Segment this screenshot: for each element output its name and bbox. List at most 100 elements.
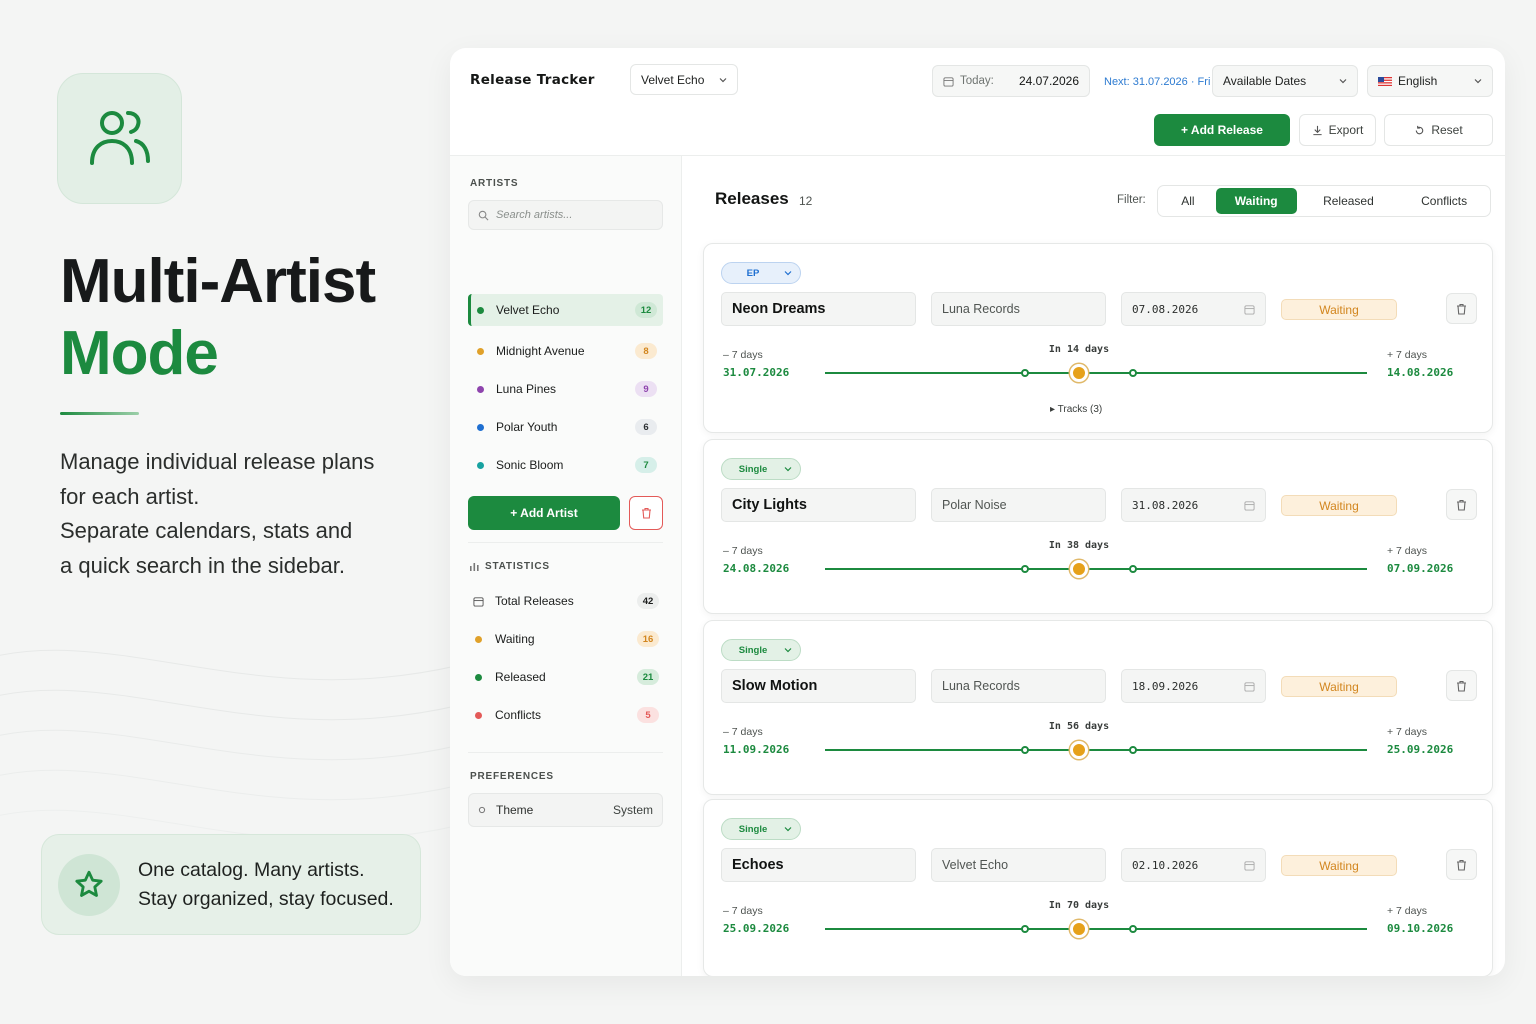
next-release-link[interactable]: Next: 31.07.2026 · Fri [1104, 76, 1210, 88]
timeline-release-marker[interactable] [1070, 364, 1088, 382]
filter-all[interactable]: All [1160, 188, 1216, 214]
hero-desc-line: for each artist. [60, 483, 200, 509]
artist-name: Midnight Avenue [496, 344, 585, 358]
status-badge: Waiting [1281, 495, 1397, 516]
release-type-select[interactable]: Single [721, 458, 801, 480]
dates-select[interactable]: Available Dates [1212, 65, 1358, 97]
timeline-track [825, 568, 1367, 570]
timeline-minus-date: 24.08.2026 [723, 562, 790, 575]
delete-release-button[interactable] [1446, 849, 1477, 880]
artists-section-label: ARTISTS [470, 178, 519, 189]
chevron-down-icon [1474, 79, 1482, 84]
release-label-input[interactable]: Velvet Echo [931, 848, 1106, 882]
release-title-input[interactable]: Neon Dreams [721, 292, 916, 326]
release-type-label: Single [738, 823, 768, 835]
sidebar-divider [468, 542, 663, 543]
sidebar-artist-polar-youth[interactable]: Polar Youth 6 [468, 411, 663, 443]
filter-conflicts[interactable]: Conflicts [1400, 188, 1488, 214]
timeline-marker-start[interactable] [1021, 565, 1029, 573]
background-waves [0, 649, 460, 841]
release-date-input[interactable]: 07.08.2026 [1121, 292, 1266, 326]
release-card: Single City Lights Polar Noise 31.08.202… [703, 439, 1493, 614]
tracks-toggle[interactable]: ▸ Tracks (3) [1050, 404, 1102, 415]
timeline-plus-label: + 7 days [1387, 545, 1427, 557]
timeline-plus-label: + 7 days [1387, 349, 1427, 361]
sidebar-artist-luna-pines[interactable]: Luna Pines 9 [468, 373, 663, 405]
app-brand: Release Tracker [470, 72, 595, 88]
timeline-release-marker[interactable] [1070, 741, 1088, 759]
timeline-marker-start[interactable] [1021, 746, 1029, 754]
users-icon-tile [57, 73, 182, 204]
timeline-marker-end[interactable] [1129, 565, 1137, 573]
language-select[interactable]: English [1367, 65, 1493, 97]
artist-count-badge: 8 [635, 343, 657, 359]
stat-value-badge: 5 [637, 707, 659, 723]
timeline-release-marker[interactable] [1070, 920, 1088, 938]
artist-color-dot [477, 385, 484, 393]
release-title-input[interactable]: Echoes [721, 848, 916, 882]
filter-waiting[interactable]: Waiting [1215, 188, 1297, 214]
sidebar-artist-midnight-avenue[interactable]: Midnight Avenue 8 [468, 335, 663, 367]
hero-desc-line: Separate calendars, stats and [60, 518, 353, 543]
sidebar: ARTISTS Search artists... Velvet Echo 12… [450, 156, 682, 976]
artist-name: Velvet Echo [496, 303, 560, 317]
bar-chart-icon [470, 563, 479, 571]
timeline-plus-label: + 7 days [1387, 905, 1427, 917]
trash-icon [1457, 499, 1466, 511]
timeline-marker-end[interactable] [1129, 925, 1137, 933]
delete-release-button[interactable] [1446, 670, 1477, 701]
filter-released[interactable]: Released [1297, 188, 1401, 214]
release-date-input[interactable]: 31.08.2026 [1121, 488, 1266, 522]
timeline-marker-end[interactable] [1129, 369, 1137, 377]
timeline-minus-label: – 7 days [723, 905, 763, 917]
timeline-plus-label: + 7 days [1387, 726, 1427, 738]
release-date-input[interactable]: 18.09.2026 [1121, 669, 1266, 703]
add-release-button[interactable]: + Add Release [1154, 114, 1290, 146]
sidebar-artist-velvet-echo[interactable]: Velvet Echo 12 [468, 294, 663, 326]
timeline-release-marker[interactable] [1070, 560, 1088, 578]
sidebar-artist-sonic-bloom[interactable]: Sonic Bloom 7 [468, 449, 663, 481]
release-label-input[interactable]: Luna Records [931, 292, 1106, 326]
theme-select[interactable]: Theme System [468, 793, 663, 827]
reset-button[interactable]: Reset [1384, 114, 1493, 146]
release-title-input[interactable]: City Lights [721, 488, 916, 522]
release-type-select[interactable]: Single [721, 818, 801, 840]
timeline-marker-end[interactable] [1129, 746, 1137, 754]
tagline-line1: One catalog. Many artists. [138, 858, 365, 881]
stat-total-releases: Total Releases 42 [468, 586, 663, 616]
stat-conflicts: Conflicts 5 [468, 700, 663, 730]
releases-title: Releases [715, 189, 789, 208]
stat-label: Released [495, 670, 546, 684]
chevron-down-icon [784, 467, 792, 472]
add-artist-button[interactable]: + Add Artist [468, 496, 620, 530]
release-type-select[interactable]: EP [721, 262, 801, 284]
artist-search-input[interactable]: Search artists... [468, 200, 663, 230]
calendar-icon [472, 596, 484, 607]
release-date-input[interactable]: 02.10.2026 [1121, 848, 1266, 882]
stat-value-badge: 21 [637, 669, 659, 685]
artist-select[interactable]: Velvet Echo [630, 64, 738, 95]
release-title-input[interactable]: Slow Motion [721, 669, 916, 703]
language-value: English [1398, 74, 1438, 88]
today-indicator: Today: 24.07.2026 [932, 65, 1090, 97]
timeline-marker-start[interactable] [1021, 369, 1029, 377]
release-card: EP Neon Dreams Luna Records 07.08.2026 W… [703, 243, 1493, 433]
delete-artist-button[interactable] [629, 496, 663, 530]
delete-release-button[interactable] [1446, 489, 1477, 520]
search-placeholder: Search artists... [496, 209, 573, 221]
theme-value: System [612, 803, 653, 817]
calendar-icon [1244, 860, 1255, 871]
artist-color-dot [477, 306, 484, 314]
delete-release-button[interactable] [1446, 293, 1477, 324]
timeline-minus-date: 11.09.2026 [723, 743, 790, 756]
calendar-icon [943, 76, 954, 87]
release-card: Single Slow Motion Luna Records 18.09.20… [703, 620, 1493, 795]
timeline-track [825, 749, 1367, 751]
release-label-input[interactable]: Polar Noise [931, 488, 1106, 522]
stat-waiting: Waiting 16 [468, 624, 663, 654]
export-button[interactable]: Export [1299, 114, 1376, 146]
timeline-marker-start[interactable] [1021, 925, 1029, 933]
release-type-select[interactable]: Single [721, 639, 801, 661]
release-label-input[interactable]: Luna Records [931, 669, 1106, 703]
artist-name: Sonic Bloom [496, 458, 564, 472]
